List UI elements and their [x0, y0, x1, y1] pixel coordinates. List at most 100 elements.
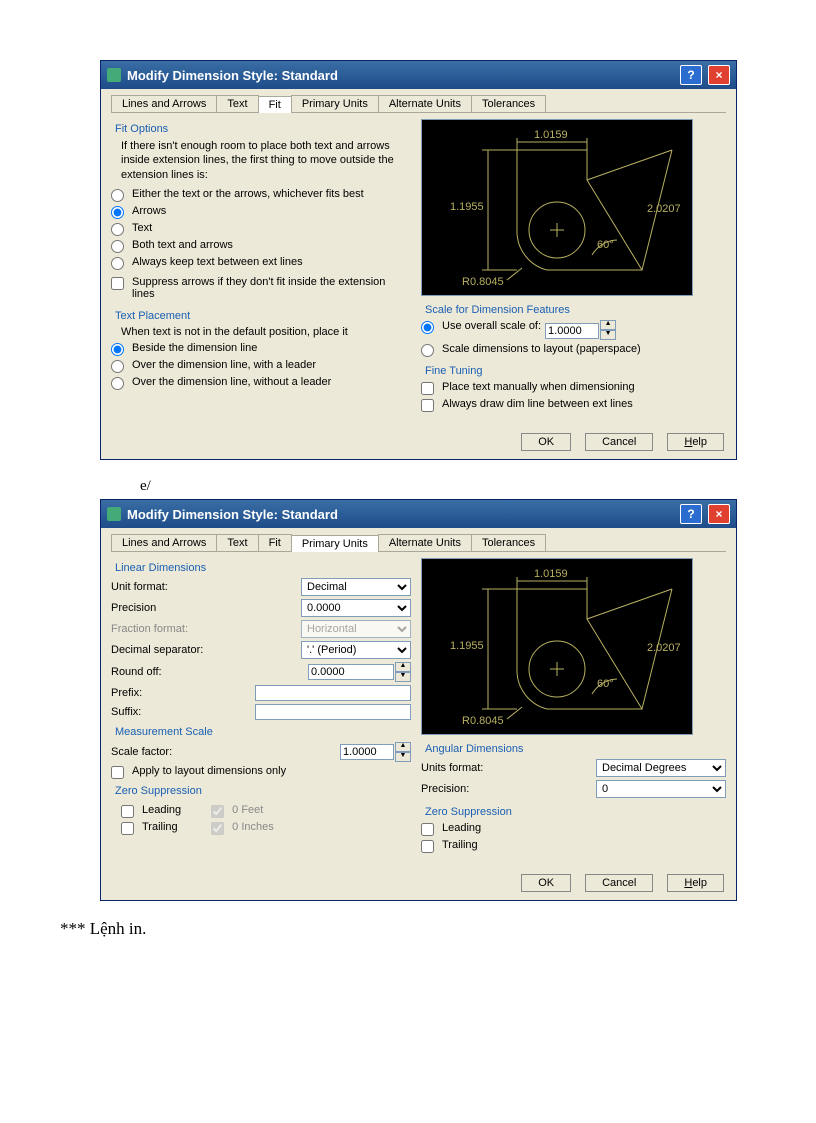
- separator-text: e/: [140, 478, 736, 495]
- ang-precision-select[interactable]: 0: [596, 780, 726, 798]
- tabs: Lines and Arrows Text Fit Primary Units …: [111, 534, 726, 552]
- fraction-label: Fraction format:: [111, 623, 295, 635]
- chk-inches: 0 Inches: [211, 821, 274, 835]
- ang-zs-title: Zero Suppression: [425, 806, 726, 818]
- tab-lines-arrows[interactable]: Lines and Arrows: [111, 95, 217, 112]
- chk-leading[interactable]: Leading: [121, 804, 181, 818]
- window-title: Modify Dimension Style: Standard: [127, 68, 338, 83]
- chk-manual[interactable]: Place text manually when dimensioning: [421, 381, 726, 395]
- dialog-buttons: OK Cancel Help: [101, 425, 736, 459]
- opt-keep[interactable]: Always keep text between ext lines: [111, 256, 411, 270]
- decimal-sep-label: Decimal separator:: [111, 644, 295, 656]
- preview: 1.0159 1.1955 2.0207 60° R0.8045: [421, 119, 693, 296]
- roundoff-input[interactable]: ▲▼: [308, 662, 411, 682]
- svg-text:R0.8045: R0.8045: [462, 715, 504, 727]
- footer-text: *** Lệnh in.: [60, 919, 736, 939]
- chk-ang-trailing[interactable]: Trailing: [421, 839, 726, 853]
- tab-lines-arrows[interactable]: Lines and Arrows: [111, 534, 217, 551]
- help-button[interactable]: Help: [667, 433, 724, 451]
- chk-apply-layout[interactable]: Apply to layout dimensions only: [111, 765, 411, 779]
- roundoff-label: Round off:: [111, 666, 302, 678]
- tab-tolerances[interactable]: Tolerances: [471, 534, 546, 551]
- opt-both[interactable]: Both text and arrows: [111, 239, 411, 253]
- opt-overall-scale[interactable]: Use overall scale of: ▲▼: [421, 320, 726, 340]
- dialog-fit: Modify Dimension Style: Standard ? × Lin…: [100, 60, 737, 460]
- svg-text:1.1955: 1.1955: [450, 201, 484, 213]
- svg-text:R0.8045: R0.8045: [462, 276, 504, 288]
- close-icon[interactable]: ×: [708, 65, 730, 85]
- cancel-button[interactable]: Cancel: [585, 433, 653, 451]
- ok-button[interactable]: OK: [521, 433, 571, 451]
- svg-text:1.1955: 1.1955: [450, 640, 484, 652]
- window-title: Modify Dimension Style: Standard: [127, 507, 338, 522]
- tab-fit[interactable]: Fit: [258, 96, 292, 113]
- dialog-primary-units: Modify Dimension Style: Standard ? × Lin…: [100, 499, 737, 901]
- prefix-label: Prefix:: [111, 687, 249, 699]
- opt-over-leader[interactable]: Over the dimension line, with a leader: [111, 359, 411, 373]
- tabs: Lines and Arrows Text Fit Primary Units …: [111, 95, 726, 113]
- fit-options-desc: If there isn't enough room to place both…: [121, 139, 411, 182]
- tune-title: Fine Tuning: [425, 365, 726, 377]
- close-icon[interactable]: ×: [708, 504, 730, 524]
- chk-ang-leading[interactable]: Leading: [421, 822, 726, 836]
- scale-factor-label: Scale factor:: [111, 746, 334, 758]
- tab-fit[interactable]: Fit: [258, 534, 292, 551]
- help-icon[interactable]: ?: [680, 504, 702, 524]
- precision-select[interactable]: 0.0000: [301, 599, 411, 617]
- suffix-label: Suffix:: [111, 706, 249, 718]
- ms-title: Measurement Scale: [115, 726, 411, 738]
- linear-title: Linear Dimensions: [115, 562, 411, 574]
- opt-beside[interactable]: Beside the dimension line: [111, 342, 411, 356]
- fit-options-title: Fit Options: [115, 123, 411, 135]
- suffix-input[interactable]: [255, 704, 411, 720]
- precision-label: Precision: [111, 602, 295, 614]
- placement-desc: When text is not in the default position…: [121, 326, 411, 338]
- app-icon: [107, 507, 121, 521]
- cancel-button[interactable]: Cancel: [585, 874, 653, 892]
- ang-precision-label: Precision:: [421, 783, 590, 795]
- dialog-buttons: OK Cancel Help: [101, 866, 736, 900]
- fraction-select: Horizontal: [301, 620, 411, 638]
- svg-text:2.0207: 2.0207: [647, 203, 681, 215]
- scale-title: Scale for Dimension Features: [425, 304, 726, 316]
- svg-text:1.0159: 1.0159: [534, 129, 568, 141]
- opt-scale-layout[interactable]: Scale dimensions to layout (paperspace): [421, 343, 726, 357]
- ang-units-select[interactable]: Decimal Degrees: [596, 759, 726, 777]
- placement-title: Text Placement: [115, 310, 411, 322]
- app-icon: [107, 68, 121, 82]
- help-icon[interactable]: ?: [680, 65, 702, 85]
- tab-tolerances[interactable]: Tolerances: [471, 95, 546, 112]
- tab-primary-units[interactable]: Primary Units: [291, 535, 379, 552]
- prefix-input[interactable]: [255, 685, 411, 701]
- opt-arrows[interactable]: Arrows: [111, 205, 411, 219]
- svg-text:60°: 60°: [597, 239, 614, 251]
- chk-always-draw[interactable]: Always draw dim line between ext lines: [421, 398, 726, 412]
- titlebar: Modify Dimension Style: Standard ? ×: [101, 61, 736, 89]
- opt-either[interactable]: Either the text or the arrows, whichever…: [111, 188, 411, 202]
- titlebar: Modify Dimension Style: Standard ? ×: [101, 500, 736, 528]
- zs-title: Zero Suppression: [115, 785, 411, 797]
- tab-alternate-units[interactable]: Alternate Units: [378, 95, 472, 112]
- tab-text[interactable]: Text: [216, 95, 258, 112]
- opt-over-noleader[interactable]: Over the dimension line, without a leade…: [111, 376, 411, 390]
- svg-text:1.0159: 1.0159: [534, 568, 568, 580]
- chk-trailing[interactable]: Trailing: [121, 821, 181, 835]
- preview: 1.0159 1.1955 2.0207 60° R0.8045: [421, 558, 693, 735]
- angular-title: Angular Dimensions: [425, 743, 726, 755]
- ok-button[interactable]: OK: [521, 874, 571, 892]
- svg-text:2.0207: 2.0207: [647, 642, 681, 654]
- unit-format-label: Unit format:: [111, 581, 295, 593]
- unit-format-select[interactable]: Decimal: [301, 578, 411, 596]
- tab-primary-units[interactable]: Primary Units: [291, 95, 379, 112]
- chk-feet: 0 Feet: [211, 804, 274, 818]
- overall-scale-input[interactable]: ▲▼: [545, 320, 616, 340]
- scale-factor-input[interactable]: ▲▼: [340, 742, 411, 762]
- svg-text:60°: 60°: [597, 678, 614, 690]
- help-button[interactable]: Help: [667, 874, 724, 892]
- ang-units-label: Units format:: [421, 762, 590, 774]
- tab-text[interactable]: Text: [216, 534, 258, 551]
- chk-suppress[interactable]: Suppress arrows if they don't fit inside…: [111, 276, 411, 300]
- decimal-sep-select[interactable]: '.' (Period): [301, 641, 411, 659]
- tab-alternate-units[interactable]: Alternate Units: [378, 534, 472, 551]
- opt-text[interactable]: Text: [111, 222, 411, 236]
